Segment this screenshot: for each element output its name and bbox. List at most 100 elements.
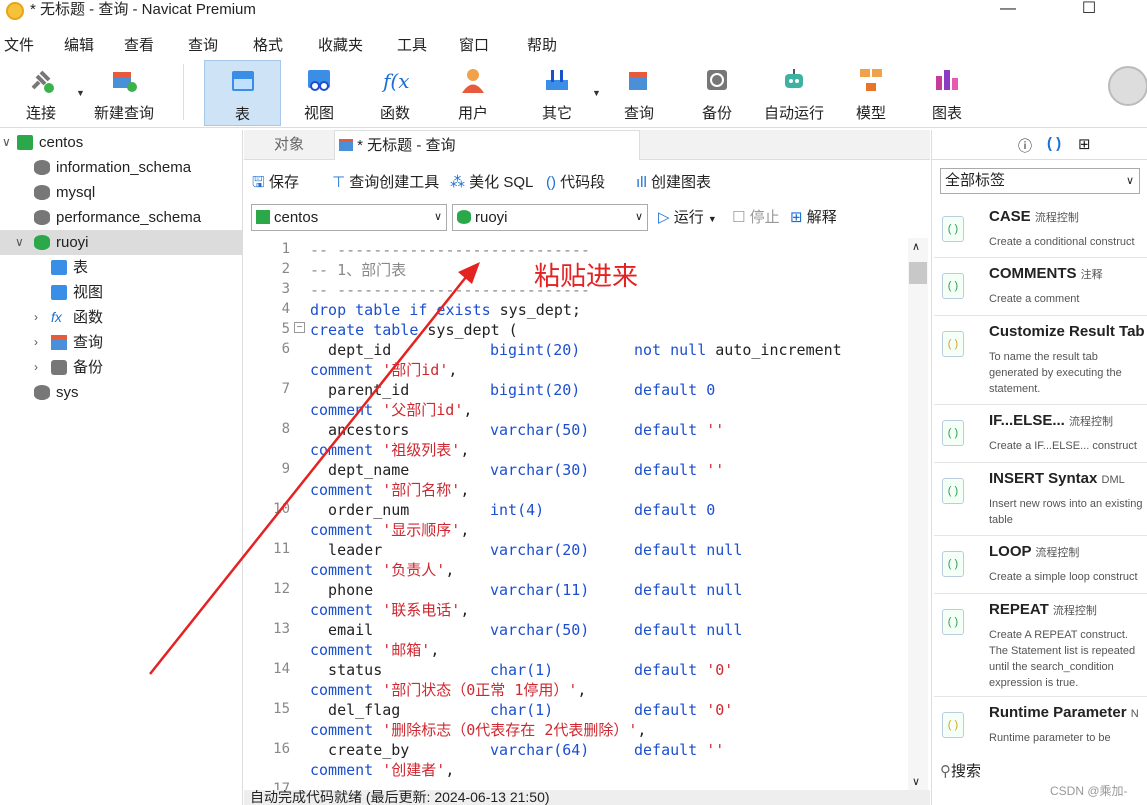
beautify-sql-button[interactable]: ⁂ 美化 SQL <box>450 172 533 194</box>
snippet-item[interactable]: ( ) Runtime Parameter N Runtime paramete… <box>934 698 1147 750</box>
snippet-item[interactable]: ( ) REPEAT 流程控制 Create A REPEAT construc… <box>934 595 1147 697</box>
line-number: 4 <box>281 301 290 317</box>
new-query-button[interactable]: 新建查询 <box>90 60 158 126</box>
line-number: 1 <box>281 241 290 257</box>
svg-text:f(x): f(x) <box>381 69 409 93</box>
function-button[interactable]: f(x) 函数 <box>364 60 426 126</box>
collapse-icon[interactable]: ∨ <box>2 130 11 155</box>
run-button[interactable]: ▷ 运行 ▼ <box>658 207 717 230</box>
maximize-button[interactable]: ☐ <box>1066 0 1112 20</box>
expand-icon[interactable]: › <box>34 355 38 380</box>
snippet-icon: ( ) <box>942 712 964 738</box>
snippet-search[interactable]: ⚲搜索 <box>940 760 981 781</box>
template-icon[interactable]: ⊞ <box>1078 135 1091 153</box>
view-icon <box>308 70 330 91</box>
tab-bar: 对象 * 无标题 - 查询 <box>244 130 930 160</box>
tree-db-performance-schema[interactable]: performance_schema <box>0 205 243 230</box>
snippet-tab-icon[interactable]: ( ) <box>1047 135 1061 152</box>
tree-connection-centos[interactable]: ∨ centos <box>0 130 243 155</box>
tree-item-views[interactable]: 视图 <box>0 280 243 305</box>
database-icon <box>34 210 50 225</box>
line-number: 11 <box>273 541 290 557</box>
menu-format[interactable]: 格式 <box>253 34 283 55</box>
view-button[interactable]: 视图 <box>288 60 350 126</box>
new-query-icon <box>113 72 137 92</box>
column-comment: comment '部门名称', <box>310 481 470 499</box>
expand-icon[interactable]: › <box>34 330 38 355</box>
line-number: 3 <box>281 281 290 297</box>
minimize-button[interactable]: — <box>985 0 1031 20</box>
sql-editor[interactable]: 1 2 3 4 5 6 7 8 9 10 11 12 13 14 15 16 1… <box>244 238 930 790</box>
tab-query[interactable]: * 无标题 - 查询 <box>334 130 640 160</box>
snippet-item[interactable]: ( ) COMMENTS 注释 Create a comment <box>934 259 1147 316</box>
connect-dropdown-icon[interactable]: ▼ <box>76 88 85 98</box>
chart-icon: ıll <box>636 174 647 191</box>
snippet-item[interactable]: ( ) LOOP 流程控制 Create a simple loop const… <box>934 537 1147 594</box>
tag-filter-select[interactable]: 全部标签 ∨ <box>940 168 1140 194</box>
tree-item-backups[interactable]: › 备份 <box>0 355 243 380</box>
backup-button[interactable]: 备份 <box>686 60 748 126</box>
menu-edit[interactable]: 编辑 <box>64 34 94 55</box>
line-number: 7 <box>281 381 290 397</box>
create-chart-button[interactable]: ıll 创建图表 <box>636 172 711 194</box>
other-button[interactable]: 其它 <box>526 60 588 126</box>
status-bar: 自动完成代码就绪 (最后更新: 2024-06-13 21:50) <box>244 790 930 805</box>
line-number: 14 <box>273 661 290 677</box>
info-icon[interactable]: ⓘ <box>1018 136 1032 156</box>
table-button[interactable]: 表 <box>204 60 281 126</box>
navicat-logo-icon <box>6 2 24 20</box>
user-button[interactable]: 用户 <box>442 60 504 126</box>
toolbar-divider <box>183 64 184 120</box>
code-line: -- 1、部门表 <box>310 261 407 279</box>
menu-file[interactable]: 文件 <box>4 34 34 55</box>
object-tree: ∨ centos information_schema mysql perfor… <box>0 130 243 805</box>
expand-icon[interactable]: › <box>34 305 38 330</box>
column-comment: comment '负责人', <box>310 561 455 579</box>
snippet-item[interactable]: ( ) IF...ELSE... 流程控制 Create a IF...ELSE… <box>934 406 1147 463</box>
auto-run-button[interactable]: 自动运行 <box>758 60 830 126</box>
snippet-item[interactable]: ( ) CASE 流程控制 Create a conditional const… <box>934 202 1147 258</box>
menu-help[interactable]: 帮助 <box>527 34 557 55</box>
editor-scrollbar[interactable]: ∧ ∨ <box>908 238 928 790</box>
other-dropdown-icon[interactable]: ▼ <box>592 88 601 98</box>
query-builder-button[interactable]: ⊤ 查询创建工具 <box>332 172 439 194</box>
fold-icon[interactable]: − <box>294 322 305 333</box>
tree-item-tables[interactable]: 表 <box>0 255 243 280</box>
tree-db-mysql[interactable]: mysql <box>0 180 243 205</box>
column-type: varchar(20) <box>490 541 590 559</box>
column-type: bigint(20) <box>490 381 581 399</box>
tree-db-ruoyi[interactable]: ∨ ruoyi <box>0 230 243 255</box>
column-type: varchar(50) <box>490 621 590 639</box>
menu-view[interactable]: 查看 <box>124 34 154 55</box>
stop-button[interactable]: ☐ 停止 <box>732 207 780 229</box>
watermark: CSDN @乘加- <box>1050 784 1128 798</box>
tab-objects[interactable]: 对象 <box>274 130 304 160</box>
connection-select[interactable]: centos ∨ <box>251 204 447 231</box>
menu-query[interactable]: 查询 <box>188 34 218 55</box>
database-select[interactable]: ruoyi ∨ <box>452 204 648 231</box>
snippet-item[interactable]: ( ) INSERT Syntax DML Insert new rows in… <box>934 464 1147 536</box>
menu-window[interactable]: 窗口 <box>459 34 489 55</box>
explain-button[interactable]: ⊞ 解释 <box>790 207 837 229</box>
scroll-up-icon[interactable]: ∧ <box>912 240 920 253</box>
menu-tools[interactable]: 工具 <box>397 34 427 55</box>
snippet-item[interactable]: ( ) Customize Result Tab To name the res… <box>934 317 1147 405</box>
scroll-down-icon[interactable]: ∨ <box>912 775 920 788</box>
menu-favorites[interactable]: 收藏夹 <box>318 34 363 55</box>
tree-db-information-schema[interactable]: information_schema <box>0 155 243 180</box>
robot-icon <box>785 69 803 88</box>
column-comment: comment '删除标志（0代表存在 2代表删除）', <box>310 721 647 739</box>
save-button[interactable]: 🖫 保存 <box>252 172 299 194</box>
tree-item-functions[interactable]: › fx 函数 <box>0 305 243 330</box>
collapse-icon[interactable]: ∨ <box>15 230 24 255</box>
tree-db-sys[interactable]: sys <box>0 380 243 405</box>
tree-item-queries[interactable]: › 查询 <box>0 330 243 355</box>
chart-button[interactable]: 图表 <box>916 60 978 126</box>
avatar[interactable] <box>1108 66 1147 106</box>
connect-button[interactable]: 连接 <box>12 60 70 126</box>
code-snippet-button[interactable]: () 代码段 <box>546 172 605 194</box>
model-button[interactable]: 模型 <box>840 60 902 126</box>
scrollbar-thumb[interactable] <box>909 262 927 284</box>
query-button[interactable]: 查询 <box>608 60 670 126</box>
query-icon <box>51 335 67 350</box>
